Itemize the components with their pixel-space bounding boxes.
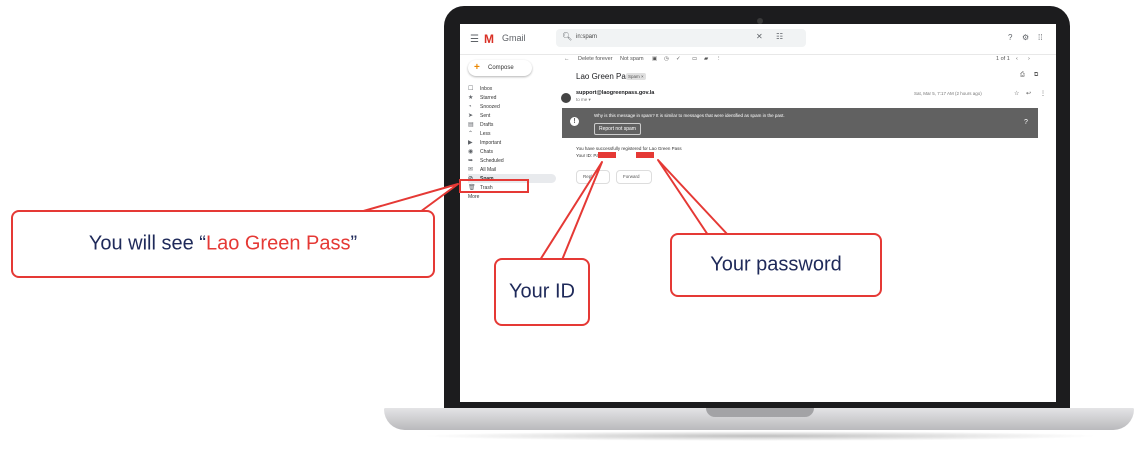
- callout-highlight: Lao Green Pass: [205, 232, 351, 255]
- callout-prefix: You will see “: [88, 232, 206, 255]
- callout-lao-green-pass: You will see “Lao Green Pass”: [11, 210, 435, 278]
- callout-your-password-text: Your password: [710, 253, 842, 276]
- callout-your-id-text: Your ID: [509, 280, 575, 303]
- callout-your-id: Your ID: [494, 258, 590, 326]
- callout-lao-green-pass-text: You will see “Lao Green Pass”: [13, 233, 433, 256]
- callout-suffix: ”: [350, 232, 358, 255]
- callout-your-password: Your password: [670, 233, 882, 297]
